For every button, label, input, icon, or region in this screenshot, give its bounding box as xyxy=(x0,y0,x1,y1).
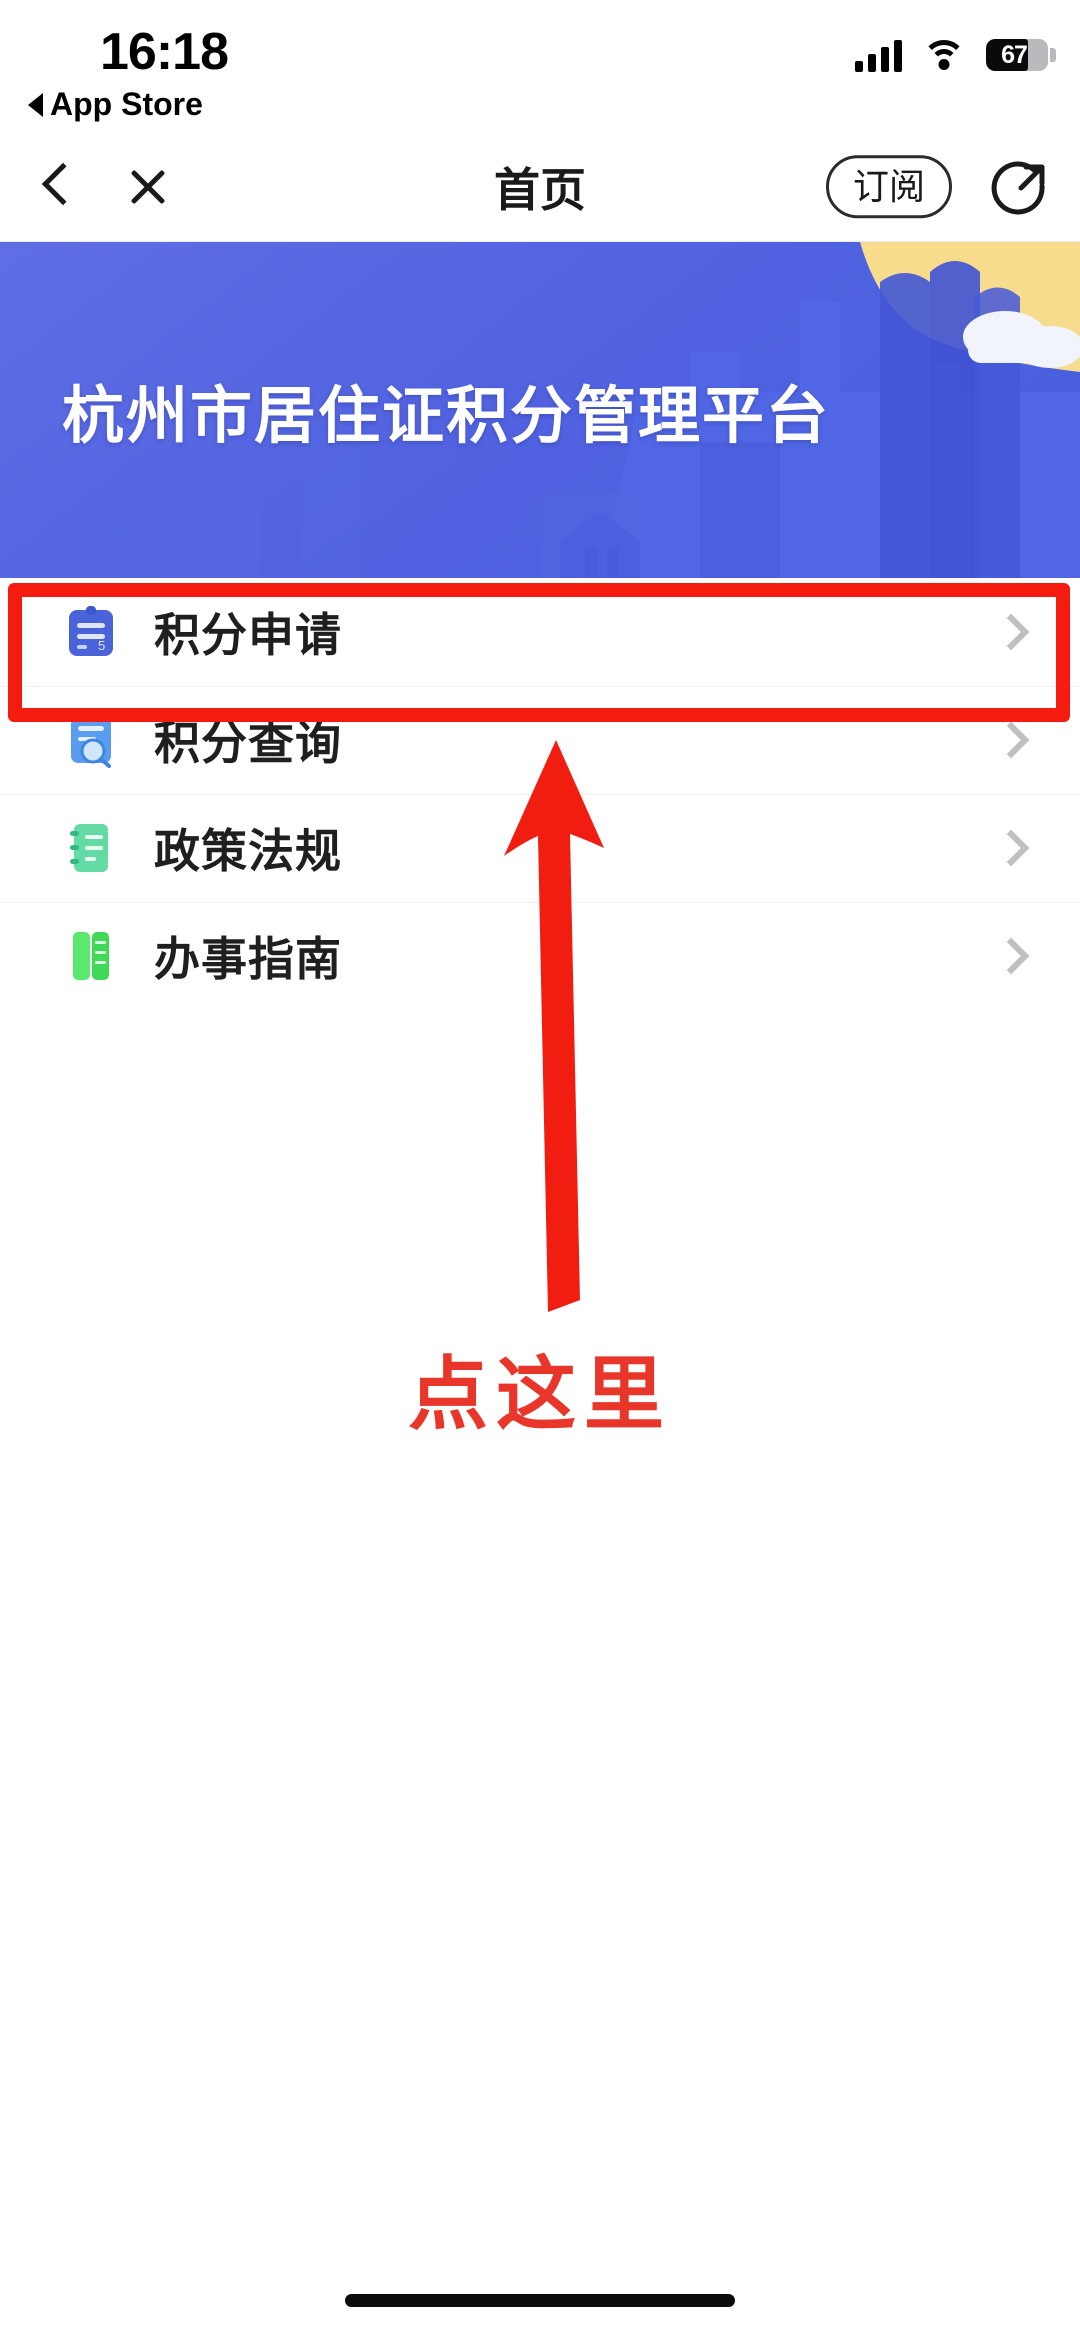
share-icon xyxy=(991,160,1045,214)
book-icon xyxy=(62,927,120,985)
share-button[interactable] xyxy=(990,155,1054,219)
clipboard-icon: 5 xyxy=(62,603,120,661)
annotation-callout-text: 点这里 xyxy=(408,1350,672,1439)
menu-item-points-inquiry[interactable]: 积分查询 xyxy=(0,686,1080,794)
menu-item-label: 积分查询 xyxy=(154,717,342,769)
banner-title: 杭州市居住证积分管理平台 xyxy=(62,382,831,451)
wifi-icon xyxy=(922,38,966,72)
battery-percent-label: 67 xyxy=(1001,40,1028,69)
cellular-signal-icon xyxy=(855,38,902,72)
menu-item-service-guide[interactable]: 办事指南 xyxy=(0,902,1080,1010)
notebook-icon xyxy=(62,819,120,877)
status-bar: 16:18 App Store 67 xyxy=(0,0,1080,132)
menu-item-label: 政策法规 xyxy=(154,825,342,877)
battery-icon: 67 xyxy=(986,39,1056,71)
chevron-right-icon xyxy=(992,829,1030,867)
status-bar-indicators: 67 xyxy=(855,38,1056,72)
navigation-bar: 首页 订阅 xyxy=(0,132,1080,242)
hero-banner: 杭州市居住证积分管理平台 xyxy=(0,242,1080,578)
chevron-right-icon xyxy=(992,613,1030,651)
menu-item-label: 办事指南 xyxy=(154,933,342,985)
return-app-label: App Store xyxy=(50,86,203,122)
return-to-app-store-button[interactable]: App Store xyxy=(28,86,203,123)
phone-screen: 16:18 App Store 67 首页 订阅 杭州市居住证积分管理平台 5 … xyxy=(0,0,1080,2337)
menu-list: 5 积分申请 积分查询 政策法规 办事指南 xyxy=(0,578,1080,1010)
chevron-right-icon xyxy=(992,721,1030,759)
home-indicator[interactable] xyxy=(345,2294,735,2307)
svg-text:5: 5 xyxy=(98,638,105,653)
menu-item-policies-regulations[interactable]: 政策法规 xyxy=(0,794,1080,902)
subscribe-button[interactable]: 订阅 xyxy=(825,154,952,219)
menu-item-points-application[interactable]: 5 积分申请 xyxy=(0,578,1080,686)
status-bar-time: 16:18 xyxy=(100,23,229,81)
menu-item-label: 积分申请 xyxy=(154,609,342,661)
back-triangle-icon xyxy=(28,92,43,117)
chevron-right-icon xyxy=(992,937,1030,975)
battery-tip xyxy=(1050,48,1056,62)
document-search-icon xyxy=(62,711,120,769)
